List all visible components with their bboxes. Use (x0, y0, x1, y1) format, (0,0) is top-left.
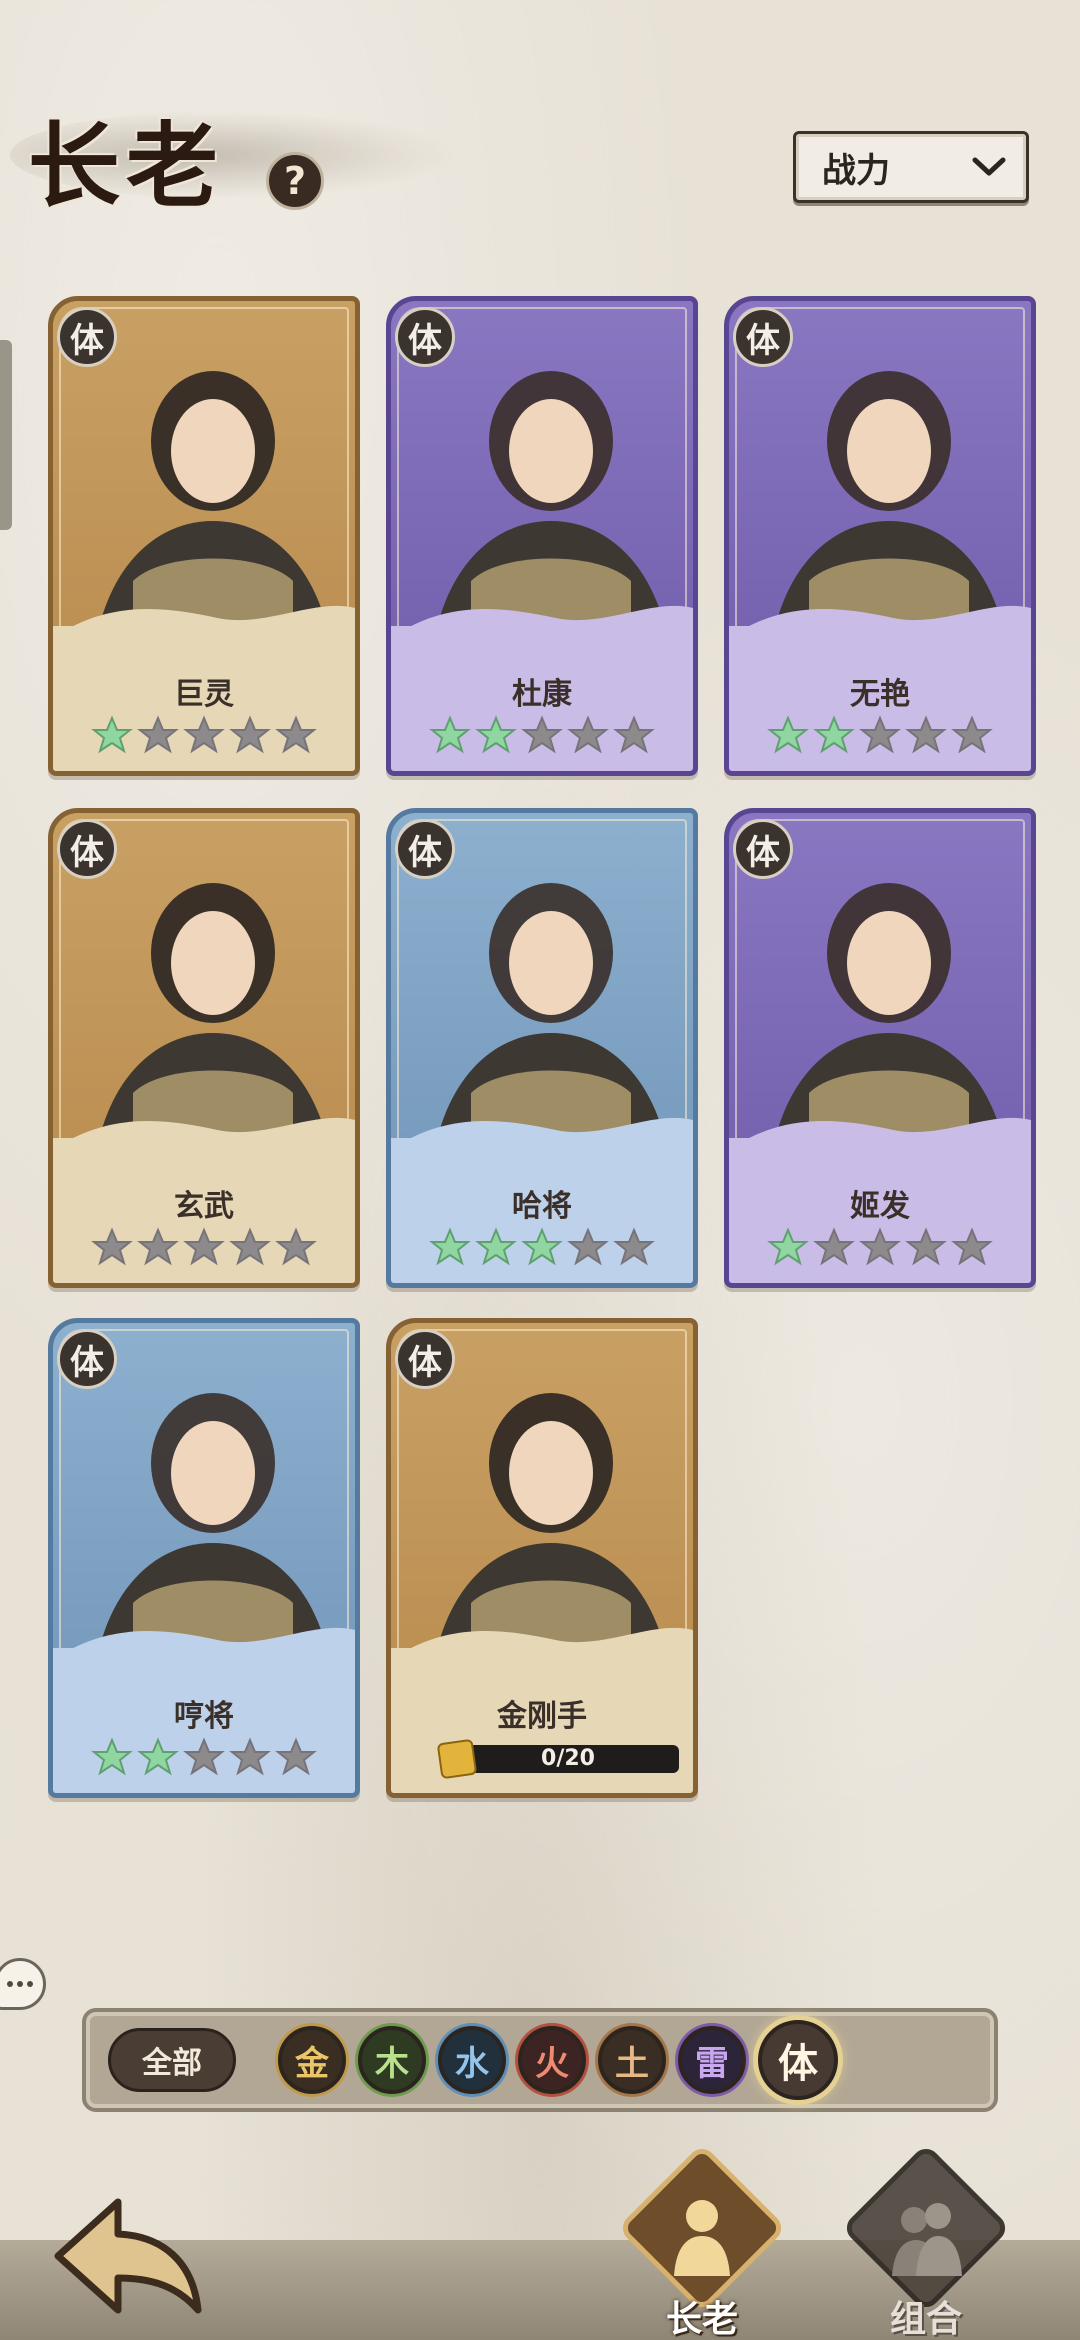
star-empty-icon (521, 715, 563, 754)
back-arrow-icon[interactable] (48, 2192, 208, 2320)
filter-gold-button[interactable]: 金 (278, 2026, 346, 2094)
filter-earth-button[interactable]: 土 (598, 2026, 666, 2094)
star-rating (729, 713, 1031, 757)
hero-card[interactable]: 体无艳 (724, 296, 1036, 776)
element-badge: 体 (57, 307, 117, 367)
hero-name: 杜康 (512, 677, 572, 712)
title-area: 长老 ? (10, 80, 470, 220)
element-badge: 体 (733, 307, 793, 367)
puzzle-piece-icon (436, 1738, 478, 1780)
star-empty-icon (229, 1227, 271, 1266)
filter-wood-button[interactable]: 木 (358, 2026, 426, 2094)
header: 长老 ? 战力 (0, 60, 1080, 220)
hero-card[interactable]: 体玄武 (48, 808, 360, 1288)
star-empty-icon (183, 1737, 225, 1776)
star-filled-icon (521, 1227, 563, 1266)
star-empty-icon (859, 1227, 901, 1266)
hero-name: 哼将 (174, 1699, 234, 1734)
filter-body-button[interactable]: 体 (758, 2020, 838, 2100)
star-filled-icon (475, 1227, 517, 1266)
star-rating (391, 713, 693, 757)
element-badge: 体 (57, 1329, 117, 1389)
tab-elders[interactable]: 长老 (612, 2143, 792, 2340)
filter-water-button[interactable]: 水 (438, 2026, 506, 2094)
hero-card[interactable]: 体哈将 (386, 808, 698, 1288)
hero-name: 金刚手 (497, 1699, 587, 1734)
star-empty-icon (91, 1227, 133, 1266)
star-filled-icon (91, 1737, 133, 1776)
star-empty-icon (229, 1737, 271, 1776)
star-empty-icon (951, 715, 993, 754)
star-filled-icon (137, 1737, 179, 1776)
star-empty-icon (275, 1737, 317, 1776)
hero-card[interactable]: 体哼将 (48, 1318, 360, 1798)
star-filled-icon (767, 1227, 809, 1266)
star-filled-icon (813, 715, 855, 754)
star-filled-icon (429, 715, 471, 754)
star-rating (53, 713, 355, 757)
bottom-nav: 长老 组合 (0, 2130, 1080, 2340)
chevron-down-icon (972, 157, 1006, 176)
hero-card[interactable]: 体杜康 (386, 296, 698, 776)
element-badge: 体 (395, 819, 455, 879)
star-empty-icon (567, 1227, 609, 1266)
sort-dropdown[interactable]: 战力 (793, 131, 1029, 203)
star-empty-icon (905, 715, 947, 754)
filter-all-button[interactable]: 全部 (108, 2028, 236, 2092)
filter-fire-button[interactable]: 火 (518, 2026, 586, 2094)
star-empty-icon (229, 715, 271, 754)
tab-combination-label: 组合 (889, 2299, 962, 2340)
star-empty-icon (183, 1227, 225, 1266)
star-empty-icon (137, 715, 179, 754)
fragment-progress: 0/20 (436, 1738, 685, 1780)
star-empty-icon (613, 1227, 655, 1266)
hero-card[interactable]: 体巨灵 (48, 296, 360, 776)
hero-card[interactable]: 体姬发 (724, 808, 1036, 1288)
chat-icon[interactable] (0, 1958, 46, 2010)
element-badge: 体 (395, 307, 455, 367)
hero-name: 姬发 (850, 1189, 910, 1224)
side-drawer-handle[interactable] (0, 340, 12, 530)
hero-card[interactable]: 体金刚手 0/20 (386, 1318, 698, 1798)
star-empty-icon (183, 715, 225, 754)
sort-dropdown-value: 战力 (822, 150, 890, 191)
star-filled-icon (475, 715, 517, 754)
star-empty-icon (905, 1227, 947, 1266)
star-empty-icon (859, 715, 901, 754)
star-rating (53, 1735, 355, 1779)
star-empty-icon (613, 715, 655, 754)
star-empty-icon (567, 715, 609, 754)
filter-thunder-button[interactable]: 雷 (678, 2026, 746, 2094)
tab-combination[interactable]: 组合 (836, 2143, 1016, 2340)
page-title: 长老 (28, 112, 225, 220)
star-empty-icon (137, 1227, 179, 1266)
star-rating (53, 1225, 355, 1269)
group-figure-icon (892, 2203, 962, 2276)
star-filled-icon (767, 715, 809, 754)
hero-name: 巨灵 (174, 677, 234, 712)
element-filter-bar: 全部 金 木 水 火 土 雷 体 (82, 2008, 998, 2112)
element-badge: 体 (733, 819, 793, 879)
star-empty-icon (813, 1227, 855, 1266)
hero-name: 无艳 (850, 677, 910, 712)
star-empty-icon (275, 1227, 317, 1266)
star-filled-icon (91, 715, 133, 754)
star-empty-icon (275, 715, 317, 754)
star-empty-icon (951, 1227, 993, 1266)
fragment-progress-text: 0/20 (541, 1746, 595, 1771)
hero-name: 哈将 (512, 1189, 572, 1224)
tab-elders-label: 长老 (665, 2299, 738, 2340)
star-rating (391, 1225, 693, 1269)
elder-figure-icon (674, 2200, 730, 2276)
star-rating (729, 1225, 1031, 1269)
element-badge: 体 (57, 819, 117, 879)
star-filled-icon (429, 1227, 471, 1266)
help-button[interactable]: ? (266, 152, 324, 210)
element-badge: 体 (395, 1329, 455, 1389)
hero-name: 玄武 (174, 1189, 234, 1224)
